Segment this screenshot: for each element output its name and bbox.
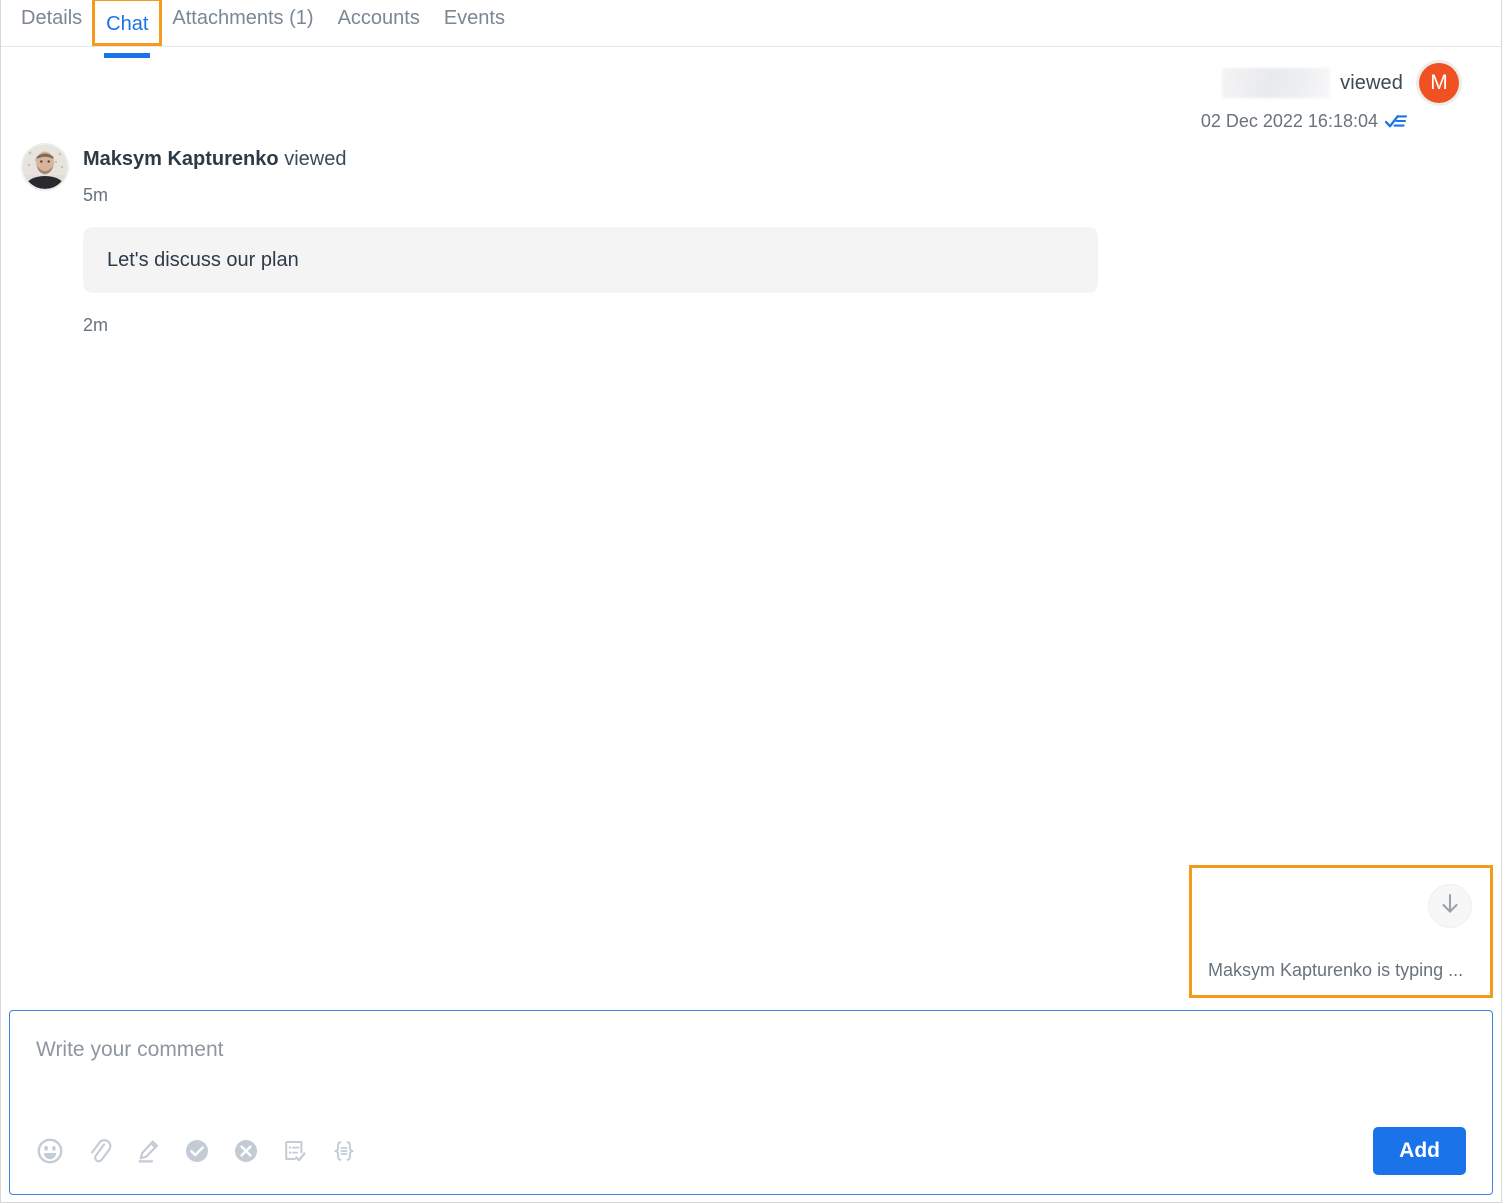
arrow-down-icon [1439, 892, 1461, 921]
chat-message-list[interactable]: viewed M 02 Dec 2022 16:18:04 Maksym Kap… [1, 47, 1501, 1002]
avatar-initial[interactable]: M [1419, 63, 1459, 103]
tab-attachments[interactable]: Attachments (1) [160, 0, 325, 33]
emoji-icon[interactable] [37, 1137, 63, 1165]
double-check-icon [1385, 114, 1407, 129]
comment-input[interactable] [10, 1011, 1492, 1062]
chat-message-header: Maksym Kapturenko viewed 5m [23, 145, 1113, 206]
chat-message-time-before: 5m [83, 185, 109, 205]
composer-toolbar: Add [10, 1108, 1492, 1194]
chat-message: Maksym Kapturenko viewed 5m Let's discus… [23, 145, 1113, 336]
tab-details[interactable]: Details [9, 0, 94, 33]
chat-event-action: viewed [1340, 71, 1403, 94]
comment-composer: Add [9, 1010, 1493, 1195]
chat-message-author: Maksym Kapturenko [83, 148, 279, 170]
chat-message-author-line: Maksym Kapturenko viewed [83, 147, 346, 171]
composer-tool-row [37, 1137, 357, 1165]
chat-panel: Details Chat Attachments (1) Accounts Ev… [0, 0, 1502, 1203]
add-comment-button[interactable]: Add [1373, 1127, 1466, 1175]
chat-event-timestamp-row: 02 Dec 2022 16:18:04 [1201, 111, 1459, 132]
paperclip-icon[interactable] [86, 1137, 112, 1165]
chat-event-header: viewed M [1201, 63, 1459, 103]
tab-events[interactable]: Events [432, 0, 517, 33]
tab-accounts[interactable]: Accounts [326, 0, 432, 33]
pencil-highlight-icon[interactable] [135, 1137, 161, 1165]
x-circle-icon[interactable] [233, 1137, 259, 1165]
tab-chat[interactable]: Chat [92, 0, 163, 58]
braces-icon[interactable] [331, 1137, 357, 1165]
checklist-icon[interactable] [282, 1137, 308, 1165]
redacted-author-name [1222, 68, 1331, 98]
user-photo-avatar[interactable] [23, 145, 67, 189]
typing-indicator-panel: Maksym Kapturenko is typing ... [1189, 865, 1493, 998]
tab-chat-label: Chat [106, 13, 149, 35]
scroll-to-bottom-button[interactable] [1428, 884, 1472, 928]
typing-indicator-text: Maksym Kapturenko is typing ... [1208, 960, 1464, 980]
tab-bar: Details Chat Attachments (1) Accounts Ev… [1, 0, 1501, 58]
chat-message-bubble: Let's discuss our plan [83, 227, 1098, 293]
chat-message-action: viewed [284, 148, 347, 170]
check-circle-icon[interactable] [184, 1137, 210, 1165]
chat-event-timestamp: 02 Dec 2022 16:18:04 [1200, 111, 1378, 131]
chat-message-meta: Maksym Kapturenko viewed 5m [83, 145, 346, 206]
chat-event-right: viewed M 02 Dec 2022 16:18:04 [1201, 63, 1459, 132]
chat-message-time-after: 2m [83, 315, 109, 335]
